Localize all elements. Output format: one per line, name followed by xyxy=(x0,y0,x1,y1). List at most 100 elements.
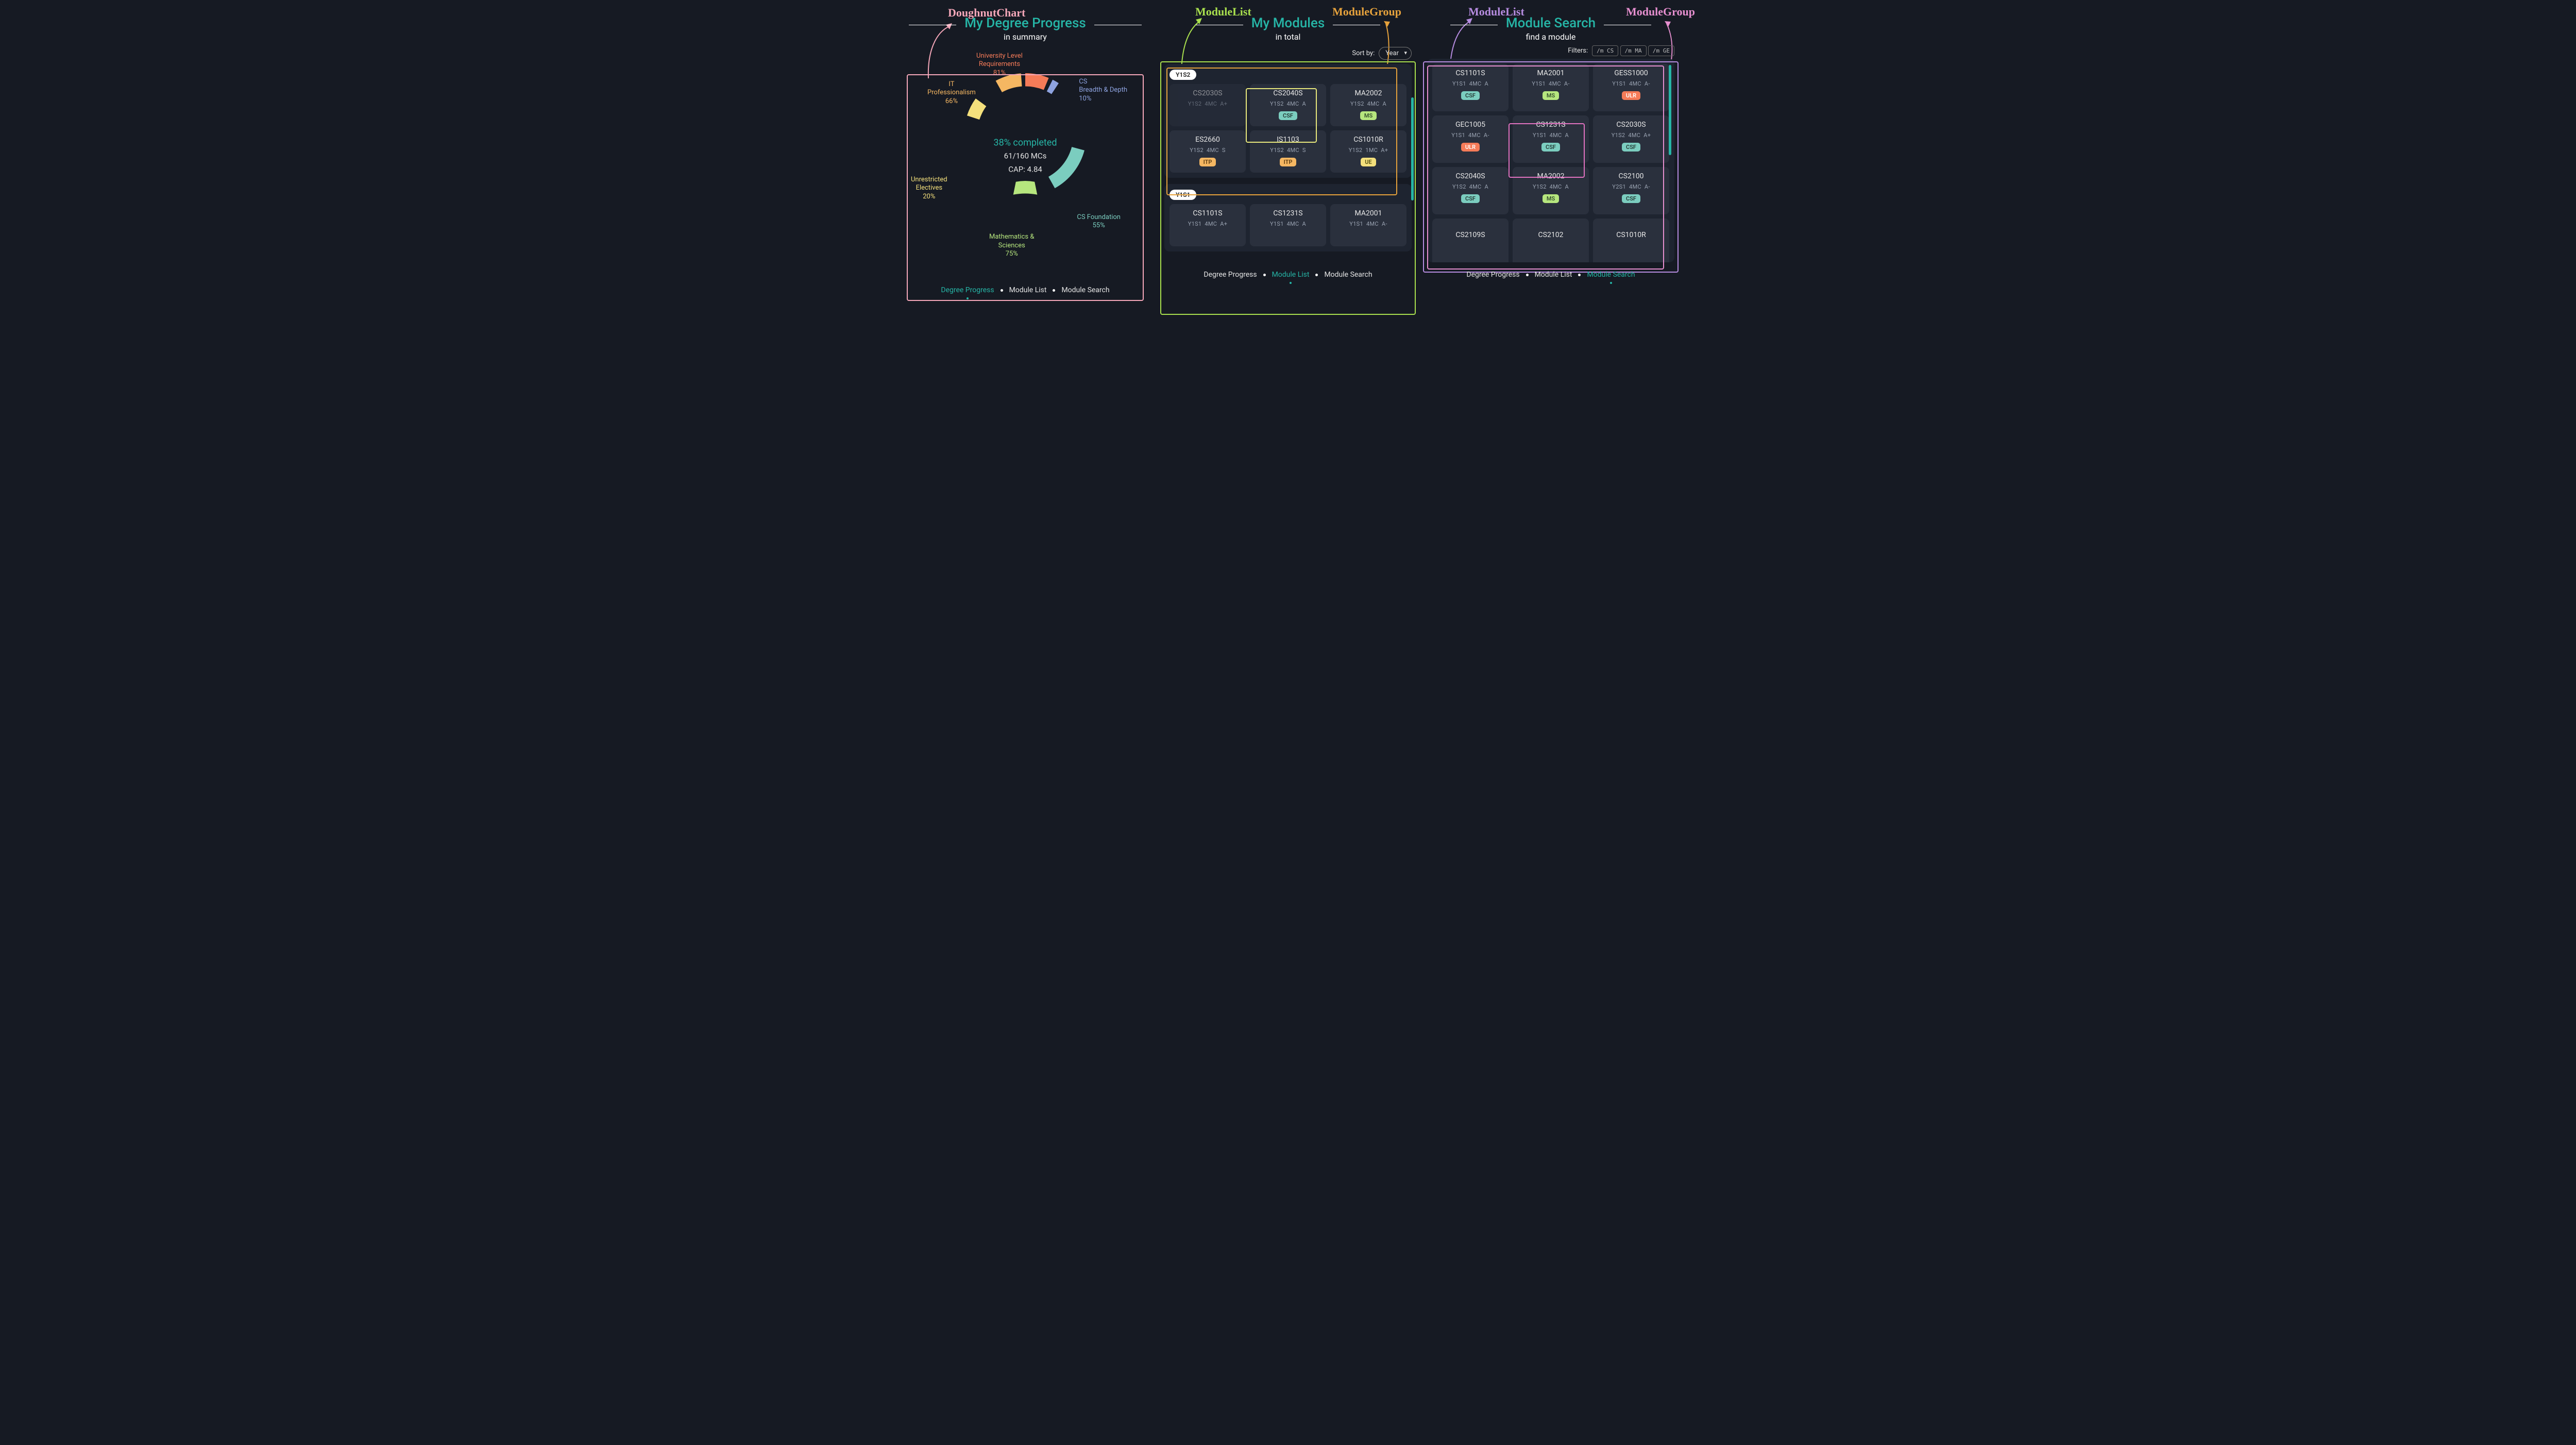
search-results-grid: CS1101SY1S14MCACSFMA2001Y1S14MCA-MSGESS1… xyxy=(1427,59,1674,262)
module-meta: Y1S24MCA xyxy=(1436,183,1504,190)
page-title: My Modules xyxy=(1251,15,1325,31)
filter-chip[interactable]: /m CS xyxy=(1592,45,1618,56)
nav-module-list[interactable]: Module List xyxy=(1533,271,1574,279)
page-subtitle: find a module xyxy=(1427,32,1674,42)
module-badge: MS xyxy=(1543,194,1559,203)
filter-chip[interactable]: /m GE xyxy=(1648,45,1674,56)
nav-module-list[interactable]: Module List xyxy=(1007,286,1049,294)
module-meta: Y1S14MCA+ xyxy=(1174,221,1242,227)
module-card[interactable]: ES2660Y1S24MCSITP xyxy=(1170,130,1246,173)
nav-module-search[interactable]: Module Search xyxy=(1322,271,1374,279)
module-card[interactable]: GESS1000Y1S14MCA-ULR xyxy=(1593,64,1669,111)
module-meta: Y1S14MCA- xyxy=(1517,80,1585,87)
module-card[interactable]: CS2109S xyxy=(1432,219,1509,262)
module-card[interactable]: CS2100 Y2S14MCA- CSF xyxy=(1593,167,1669,214)
module-meta: Y1S14MCA xyxy=(1517,132,1585,139)
module-badge: CSF xyxy=(1622,194,1640,203)
nav-degree-progress[interactable]: Degree Progress xyxy=(1201,271,1259,279)
module-card[interactable]: CS1010R xyxy=(1593,219,1669,262)
nav-degree-progress[interactable]: Degree Progress xyxy=(939,286,996,294)
module-code: CS1231S xyxy=(1254,209,1322,217)
sort-select[interactable]: Year xyxy=(1379,47,1412,60)
module-card[interactable]: MA2002Y1S24MCAMS xyxy=(1330,84,1406,126)
module-code: CS2109S xyxy=(1436,231,1504,239)
module-card[interactable]: GEC1005Y1S14MCA-ULR xyxy=(1432,115,1509,163)
module-badge: CSF xyxy=(1622,143,1640,152)
footer-nav: Degree Progress Module List Module Searc… xyxy=(1427,271,1674,279)
cap-value: CAP: 4.84 xyxy=(974,164,1077,174)
module-card[interactable]: IS1103Y1S24MCSITP xyxy=(1250,130,1326,173)
segment-label-ue: UnrestrictedElectives20% xyxy=(911,176,947,201)
module-meta: Y1S24MCS xyxy=(1254,147,1322,154)
module-code: MA2001 xyxy=(1517,69,1585,77)
module-card[interactable]: CS2040S Y1S24MCA CSF xyxy=(1250,84,1326,126)
segment-label-bnd: CSBreadth & Depth10% xyxy=(1079,78,1127,103)
module-meta: Y2S14MCA- xyxy=(1597,183,1665,190)
module-code: MA2002 xyxy=(1517,172,1585,180)
module-card[interactable]: CS2102 xyxy=(1513,219,1589,262)
module-code: CS2040S xyxy=(1436,172,1504,180)
filter-chip[interactable]: /m MA xyxy=(1620,45,1647,56)
module-meta: Y1S24MCA+ xyxy=(1174,100,1242,107)
module-meta: Y1S24MCA+ xyxy=(1597,132,1665,139)
header: My Degree Progress in summary xyxy=(902,15,1149,42)
nav-module-search[interactable]: Module Search xyxy=(1585,271,1637,279)
module-badge: ITP xyxy=(1199,158,1216,166)
module-card[interactable]: CS2030S Y1S24MCA+ xyxy=(1170,84,1246,126)
module-code: CS2102 xyxy=(1517,231,1585,239)
module-meta: Y1S14MCA- xyxy=(1334,221,1402,227)
module-card[interactable]: CS1101S Y1S14MCA+ xyxy=(1170,204,1246,246)
nav-degree-progress[interactable]: Degree Progress xyxy=(1464,271,1521,279)
module-code: CS2030S xyxy=(1174,89,1242,97)
screen-my-modules: ModuleList ModuleGroup ModuleCard My Mod… xyxy=(1164,15,1412,279)
footer-nav: Degree Progress Module List Module Searc… xyxy=(1164,271,1412,279)
header: Module Search find a module xyxy=(1427,15,1674,42)
segment-label-ulr: University LevelRequirements81% xyxy=(976,52,1023,77)
scrollbar[interactable] xyxy=(1669,65,1671,155)
module-code: CS2100 xyxy=(1597,172,1665,180)
module-meta: Y1S24MCS xyxy=(1174,147,1242,154)
module-card[interactable]: MA2001Y1S14MCA-MS xyxy=(1513,64,1589,111)
module-code: GESS1000 xyxy=(1597,69,1665,77)
scrollbar[interactable] xyxy=(1411,97,1414,200)
module-meta: Y1S24MCA xyxy=(1517,183,1585,190)
page-title: My Degree Progress xyxy=(964,15,1086,31)
module-meta: Y1S24MCA xyxy=(1334,100,1402,107)
group-tag: Y1S1 xyxy=(1170,190,1196,200)
module-code: CS1101S xyxy=(1174,209,1242,217)
module-meta: Y1S14MCA xyxy=(1436,80,1504,87)
module-card[interactable]: MA2001 Y1S14MCA- xyxy=(1330,204,1406,246)
segment-label-ms: Mathematics &Sciences75% xyxy=(989,233,1034,258)
segment-label-itp: ITProfessionalism66% xyxy=(927,80,976,106)
module-badge: ULR xyxy=(1622,91,1640,100)
module-meta: Y1S21MCA+ xyxy=(1334,147,1402,154)
module-badge: CSF xyxy=(1279,111,1297,120)
footer-nav: Degree Progress Module List Module Searc… xyxy=(902,286,1149,294)
sort-label: Sort by: xyxy=(1352,49,1375,57)
module-card[interactable]: CS2040SY1S24MCACSF xyxy=(1432,167,1509,214)
module-card[interactable]: CS1231SY1S14MCACSF xyxy=(1513,115,1589,163)
segment-label-csf: CS Foundation55% xyxy=(1077,213,1121,230)
module-card[interactable]: CS1231S Y1S14MCA xyxy=(1250,204,1326,246)
module-code: CS2040S xyxy=(1254,89,1322,97)
module-card[interactable]: CS1101SY1S14MCACSF xyxy=(1432,64,1509,111)
nav-module-list[interactable]: Module List xyxy=(1270,271,1312,279)
module-card[interactable]: CS2030S Y1S24MCA+ CSF xyxy=(1593,115,1669,163)
nav-module-search[interactable]: Module Search xyxy=(1059,286,1111,294)
doughnut-chart: University LevelRequirements81% ITProfes… xyxy=(902,47,1149,279)
module-card[interactable]: CS1010RY1S21MCA+UE xyxy=(1330,130,1406,173)
module-badge: ITP xyxy=(1280,158,1297,166)
chart-center-stats: 38% completed 61/160 MCs CAP: 4.84 xyxy=(974,137,1077,174)
module-code: MA2002 xyxy=(1334,89,1402,97)
module-code: MA2001 xyxy=(1334,209,1402,217)
module-meta: Y1S24MCA xyxy=(1254,100,1322,107)
module-badge: CSF xyxy=(1541,143,1560,152)
screen-module-search: ModuleList ModuleGroup ModuleCard Module… xyxy=(1427,15,1674,279)
module-meta: Y1S14MCA- xyxy=(1436,132,1504,139)
module-card[interactable]: MA2002 Y1S24MCA MS xyxy=(1513,167,1589,214)
group-tag: Y1S2 xyxy=(1170,70,1196,80)
module-badge: CSF xyxy=(1461,91,1480,100)
module-meta: Y1S14MCA xyxy=(1254,221,1322,227)
page-subtitle: in summary xyxy=(902,32,1149,42)
module-code: CS2030S xyxy=(1597,121,1665,129)
